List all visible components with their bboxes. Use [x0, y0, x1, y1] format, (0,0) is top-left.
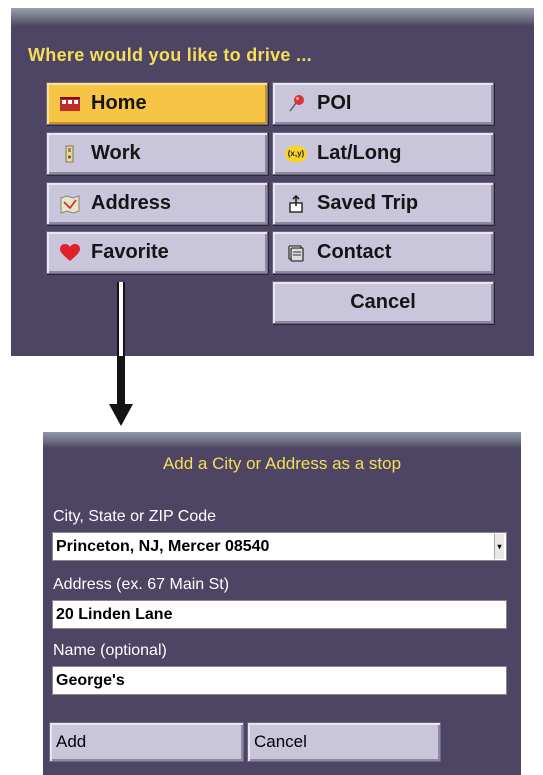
contact-button[interactable]: Contact [272, 231, 494, 274]
name-input[interactable]: George's [52, 666, 507, 695]
name-input-value: George's [56, 671, 125, 689]
cancel-button[interactable]: Cancel [272, 281, 494, 324]
dropdown-arrow-icon[interactable]: ▾ [494, 534, 504, 559]
city-field-label: City, State or ZIP Code [53, 508, 217, 525]
xy-coordinates-icon: (x,y) [285, 143, 307, 165]
add-button-label: Add [56, 732, 87, 751]
saved-trip-icon [285, 193, 307, 215]
pushpin-icon [285, 93, 307, 115]
home-button[interactable]: Home [46, 82, 268, 125]
saved-trip-button-label: Saved Trip [317, 192, 419, 214]
add-stop-dialog: Add a City or Address as a stop City, St… [43, 432, 521, 775]
cancel-button-label: Cancel [350, 291, 416, 313]
home-icon [59, 93, 81, 115]
window-title-bar [11, 8, 534, 26]
dialog-cancel-button[interactable]: Cancel [247, 722, 441, 762]
address-button-label: Address [91, 192, 172, 214]
city-select[interactable]: Princeton, NJ, Mercer 08540 ▾ [52, 532, 507, 561]
add-button[interactable]: Add [49, 722, 244, 762]
city-select-value: Princeton, NJ, Mercer 08540 [56, 537, 270, 555]
dialog-title: Add a City or Address as a stop [162, 454, 402, 473]
heart-icon [59, 242, 81, 264]
dialog-title-bar [43, 432, 521, 448]
work-icon [59, 143, 81, 165]
address-input[interactable]: 20 Linden Lane [52, 600, 507, 629]
address-field-label: Address (ex. 67 Main St) [53, 576, 230, 593]
menu-title: Where would you like to drive ... [28, 45, 312, 65]
favorite-button[interactable]: Favorite [46, 231, 268, 274]
poi-button[interactable]: POI [272, 82, 494, 125]
arrow-down-icon [109, 404, 133, 426]
drive-destination-menu: Where would you like to drive ... Home W… [11, 8, 534, 356]
connector-arrow-highlight [119, 282, 123, 356]
xy-coordinates-icon-text: (x,y) [285, 145, 307, 162]
name-field-label: Name (optional) [53, 642, 167, 659]
map-icon [59, 193, 81, 215]
poi-button-label: POI [317, 92, 352, 114]
address-input-value: 20 Linden Lane [56, 605, 173, 623]
work-button-label: Work [91, 142, 141, 164]
work-button[interactable]: Work [46, 132, 268, 175]
contact-card-icon [285, 242, 307, 264]
contact-button-label: Contact [317, 241, 392, 263]
address-button[interactable]: Address [46, 182, 268, 225]
home-button-label: Home [91, 92, 147, 114]
lat-long-button[interactable]: (x,y) Lat/Long [272, 132, 494, 175]
dialog-cancel-button-label: Cancel [254, 732, 307, 751]
saved-trip-button[interactable]: Saved Trip [272, 182, 494, 225]
lat-long-button-label: Lat/Long [317, 142, 402, 164]
favorite-button-label: Favorite [91, 241, 169, 263]
